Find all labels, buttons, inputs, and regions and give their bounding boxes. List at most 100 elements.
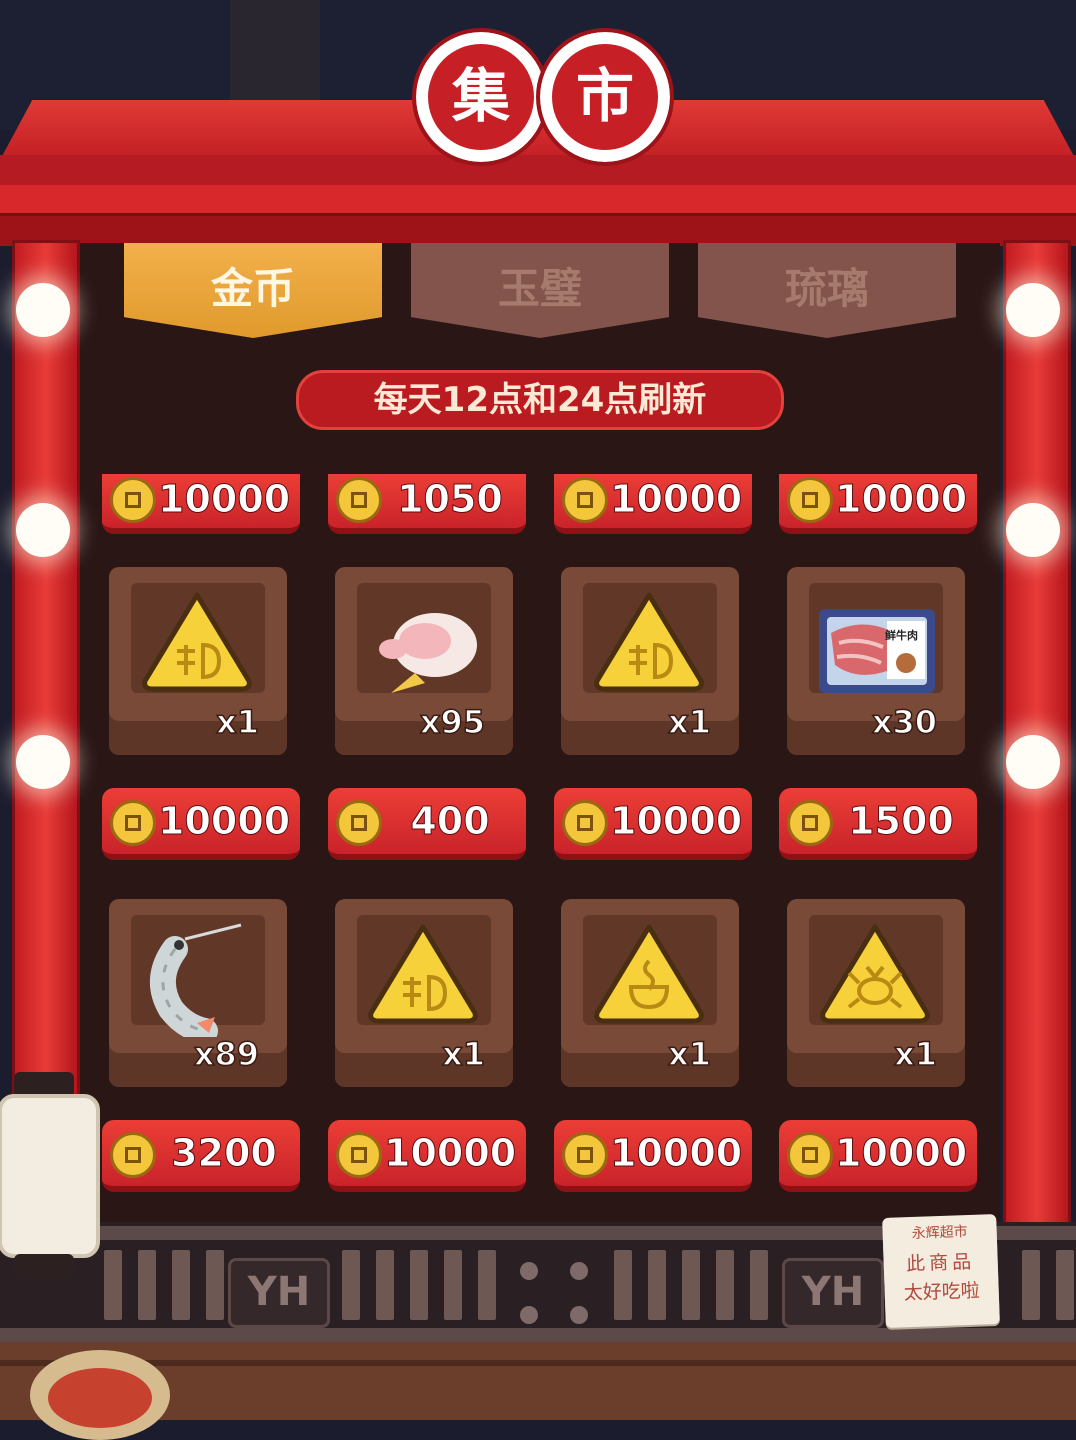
shop-item[interactable]: x95 (335, 567, 513, 755)
price-button[interactable]: 3200 (102, 1120, 300, 1192)
fence-slat (648, 1250, 666, 1320)
shop-item[interactable]: x1 (335, 899, 513, 1087)
shop-item[interactable]: x1 (561, 567, 739, 755)
coin-icon (336, 800, 382, 846)
golden-triangle-glyph-icon (142, 592, 252, 692)
fence-slat (1056, 1250, 1074, 1320)
note-line: 此商品 (905, 1250, 976, 1276)
price-amount: 10000 (610, 799, 743, 844)
roof-band (0, 185, 1076, 215)
light-bulb-icon (1006, 503, 1060, 557)
fence-slat (682, 1250, 700, 1320)
coin-icon (562, 1132, 608, 1178)
fence-slat (444, 1250, 462, 1320)
price-button[interactable]: 400 (328, 788, 526, 860)
light-bulb-icon (16, 283, 70, 337)
title-badge: 市 (536, 28, 674, 166)
light-bulb-icon (16, 735, 70, 789)
price-amount: 10000 (610, 1131, 743, 1176)
beef-package-icon (819, 609, 935, 693)
price-button[interactable]: 10000 (554, 788, 752, 860)
golden-triangle-soup-icon (594, 924, 704, 1024)
price-button[interactable]: 10000 (779, 1120, 977, 1192)
note-line: 太好吃啦 (903, 1279, 981, 1305)
fence-slat (478, 1250, 496, 1320)
item-quantity: x30 (871, 702, 938, 742)
price-amount: 3200 (171, 1131, 278, 1176)
fence-slat (410, 1250, 428, 1320)
light-bulb-icon (1006, 735, 1060, 789)
price-button[interactable]: 10000 (328, 1120, 526, 1192)
fence-slat (172, 1250, 190, 1320)
price-amount: 1500 (848, 799, 955, 844)
title-char: 市 (575, 62, 634, 130)
price-button[interactable]: 10000 (102, 788, 300, 860)
golden-triangle-glyph-icon (594, 592, 704, 692)
price-amount: 10000 (384, 1131, 517, 1176)
shop-item[interactable]: x1 (787, 899, 965, 1087)
tab-label: 琉璃 (784, 264, 869, 313)
coin-icon (562, 477, 608, 523)
item-quantity: x95 (419, 702, 486, 742)
title-badge: 集 (412, 28, 550, 166)
coin-icon (336, 477, 382, 523)
beef-package-label: 鲜牛肉 (885, 629, 918, 642)
background-tower (230, 0, 320, 110)
item-quantity: x1 (667, 1034, 711, 1074)
coin-icon (110, 800, 156, 846)
tab-label: 玉璧 (497, 264, 582, 313)
coin-icon (787, 800, 833, 846)
coin-icon (787, 477, 833, 523)
price-button[interactable]: 10000 (102, 474, 300, 534)
fence-slat (342, 1250, 360, 1320)
food-bowl-icon (30, 1350, 170, 1440)
duck-icon (379, 613, 477, 693)
price-button[interactable]: 10000 (554, 474, 752, 534)
fence-slat (716, 1250, 734, 1320)
fence-dot (570, 1306, 588, 1324)
fence-sign: YH (228, 1258, 330, 1328)
coin-icon (110, 477, 156, 523)
fence-slat (376, 1250, 394, 1320)
light-bulb-icon (1006, 283, 1060, 337)
fence-dot (570, 1262, 588, 1280)
shop-item[interactable]: x89 (109, 899, 287, 1087)
fence-slat (614, 1250, 632, 1320)
refresh-notice: 每天12点和24点刷新 (296, 370, 784, 430)
price-amount: 400 (410, 799, 490, 844)
price-button[interactable]: 10000 (554, 1120, 752, 1192)
shop-item[interactable]: x1 (561, 899, 739, 1087)
fence-dot (520, 1262, 538, 1280)
light-bulb-icon (16, 503, 70, 557)
fence-slat (206, 1250, 224, 1320)
price-amount: 10000 (835, 477, 968, 522)
price-amount: 10000 (610, 477, 743, 522)
coin-icon (110, 1132, 156, 1178)
price-amount: 10000 (158, 799, 291, 844)
item-quantity: x89 (193, 1034, 260, 1074)
coin-icon (336, 1132, 382, 1178)
fence-dot (520, 1306, 538, 1324)
fence-slat (750, 1250, 768, 1320)
tab-label: 金币 (210, 264, 295, 313)
coin-icon (562, 800, 608, 846)
item-quantity: x1 (893, 1034, 937, 1074)
item-quantity: x1 (215, 702, 259, 742)
counter-edge (0, 1360, 1076, 1366)
golden-triangle-glyph-icon (368, 924, 478, 1024)
fence-slat (1022, 1250, 1040, 1320)
fence-sign: YH (782, 1258, 884, 1328)
store-note: 永辉超市 此商品 太好吃啦 (882, 1214, 1000, 1328)
price-button[interactable]: 1050 (328, 474, 526, 534)
price-amount: 10000 (835, 1131, 968, 1176)
price-button[interactable]: 1500 (779, 788, 977, 860)
item-quantity: x1 (441, 1034, 485, 1074)
shop-item[interactable]: x1 (109, 567, 287, 755)
price-button[interactable]: 10000 (779, 474, 977, 534)
coin-icon (787, 1132, 833, 1178)
title-char: 集 (451, 62, 510, 130)
refresh-notice-text: 每天12点和24点刷新 (373, 380, 707, 420)
lantern-icon (0, 1072, 100, 1278)
roof-edge (0, 213, 1076, 246)
shop-item[interactable]: 鲜牛肉 x30 (787, 567, 965, 755)
